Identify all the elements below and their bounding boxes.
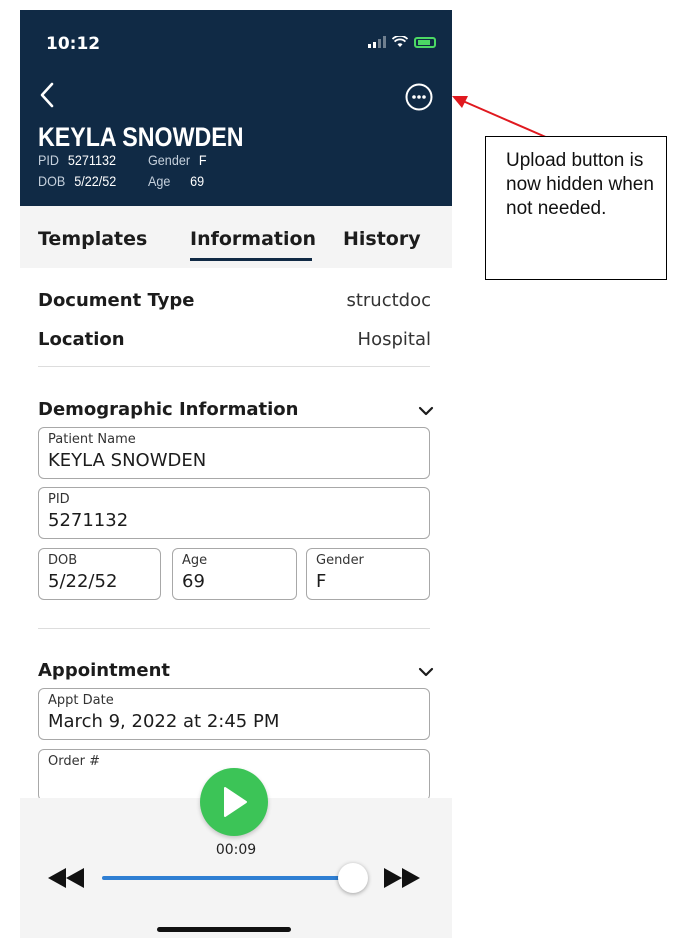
dob-value: 5/22/52 (74, 173, 117, 189)
more-options-icon[interactable] (404, 82, 434, 112)
play-icon (224, 787, 247, 817)
annotation-arrow (452, 96, 549, 139)
age-field-value: 69 (182, 571, 205, 592)
pid-meta: PID 5271132 (38, 152, 116, 168)
tab-history[interactable]: History (343, 228, 421, 250)
appt-date-field-label: Appt Date (48, 693, 114, 708)
age-label: Age (148, 173, 171, 189)
home-indicator (157, 927, 291, 932)
status-icons (368, 36, 436, 48)
wifi-icon (392, 36, 408, 47)
back-chevron-icon[interactable] (38, 80, 58, 110)
age-value: 69 (190, 173, 205, 189)
document-type-value: structdoc (346, 290, 431, 311)
cellular-signal-icon (368, 36, 386, 48)
annotation-callout: Upload button is now hidden when not nee… (485, 136, 667, 280)
gender-field[interactable]: Gender F (306, 548, 430, 600)
appt-date-field-value: March 9, 2022 at 2:45 PM (48, 711, 280, 732)
gender-field-value: F (316, 571, 327, 592)
gender-meta: Gender F (148, 152, 207, 168)
document-type-label: Document Type (38, 290, 195, 311)
order-number-field-label: Order # (48, 754, 100, 769)
chevron-down-icon[interactable] (418, 667, 434, 677)
pid-label: PID (38, 152, 60, 168)
appt-date-field[interactable]: Appt Date March 9, 2022 at 2:45 PM (38, 688, 430, 740)
fast-forward-icon[interactable] (380, 866, 422, 890)
elapsed-time: 00:09 (215, 842, 257, 858)
chevron-down-icon[interactable] (418, 406, 434, 416)
progress-thumb[interactable] (338, 863, 368, 893)
dob-field-value: 5/22/52 (48, 571, 118, 592)
annotation-text: Upload button is now hidden when not nee… (506, 150, 654, 219)
pid-field[interactable]: PID 5271132 (38, 487, 430, 539)
patient-header: 10:12 KEYLA SNOWDEN PID 5271132 Gender F… (20, 10, 452, 206)
dob-field-label: DOB (48, 553, 78, 568)
demographics-section-title: Demographic Information (38, 399, 299, 420)
dob-field[interactable]: DOB 5/22/52 (38, 548, 161, 600)
information-content[interactable]: Document Type structdoc Location Hospita… (20, 268, 452, 798)
tab-templates[interactable]: Templates (38, 228, 147, 250)
age-meta: Age 69 (148, 173, 204, 189)
active-tab-indicator (190, 258, 312, 261)
phone-screen: 10:12 KEYLA SNOWDEN PID 5271132 Gender F… (20, 10, 452, 938)
divider (38, 366, 430, 367)
divider (38, 628, 430, 629)
rewind-icon[interactable] (46, 866, 88, 890)
appointment-section-title: Appointment (38, 660, 171, 681)
play-button[interactable] (200, 768, 268, 836)
gender-field-label: Gender (316, 553, 364, 568)
dob-meta: DOB 5/22/52 (38, 173, 116, 189)
patient-name-field[interactable]: Patient Name KEYLA SNOWDEN (38, 427, 430, 479)
pid-value: 5271132 (67, 152, 117, 168)
gender-label: Gender (148, 152, 191, 168)
tab-bar: Templates Information History (20, 206, 452, 268)
tab-information[interactable]: Information (190, 228, 316, 250)
progress-track[interactable] (102, 876, 352, 880)
status-time: 10:12 (46, 34, 101, 54)
pid-field-value: 5271132 (48, 510, 129, 531)
patient-name-field-value: KEYLA SNOWDEN (48, 450, 207, 471)
battery-charging-icon (414, 37, 436, 48)
location-value: Hospital (357, 329, 431, 350)
dob-label: DOB (38, 173, 66, 189)
patient-name-heading: KEYLA SNOWDEN (38, 122, 244, 152)
gender-value: F (198, 152, 207, 168)
location-label: Location (38, 329, 125, 350)
age-field-label: Age (182, 553, 208, 568)
pid-field-label: PID (48, 492, 70, 507)
patient-name-field-label: Patient Name (48, 432, 136, 447)
age-field[interactable]: Age 69 (172, 548, 297, 600)
